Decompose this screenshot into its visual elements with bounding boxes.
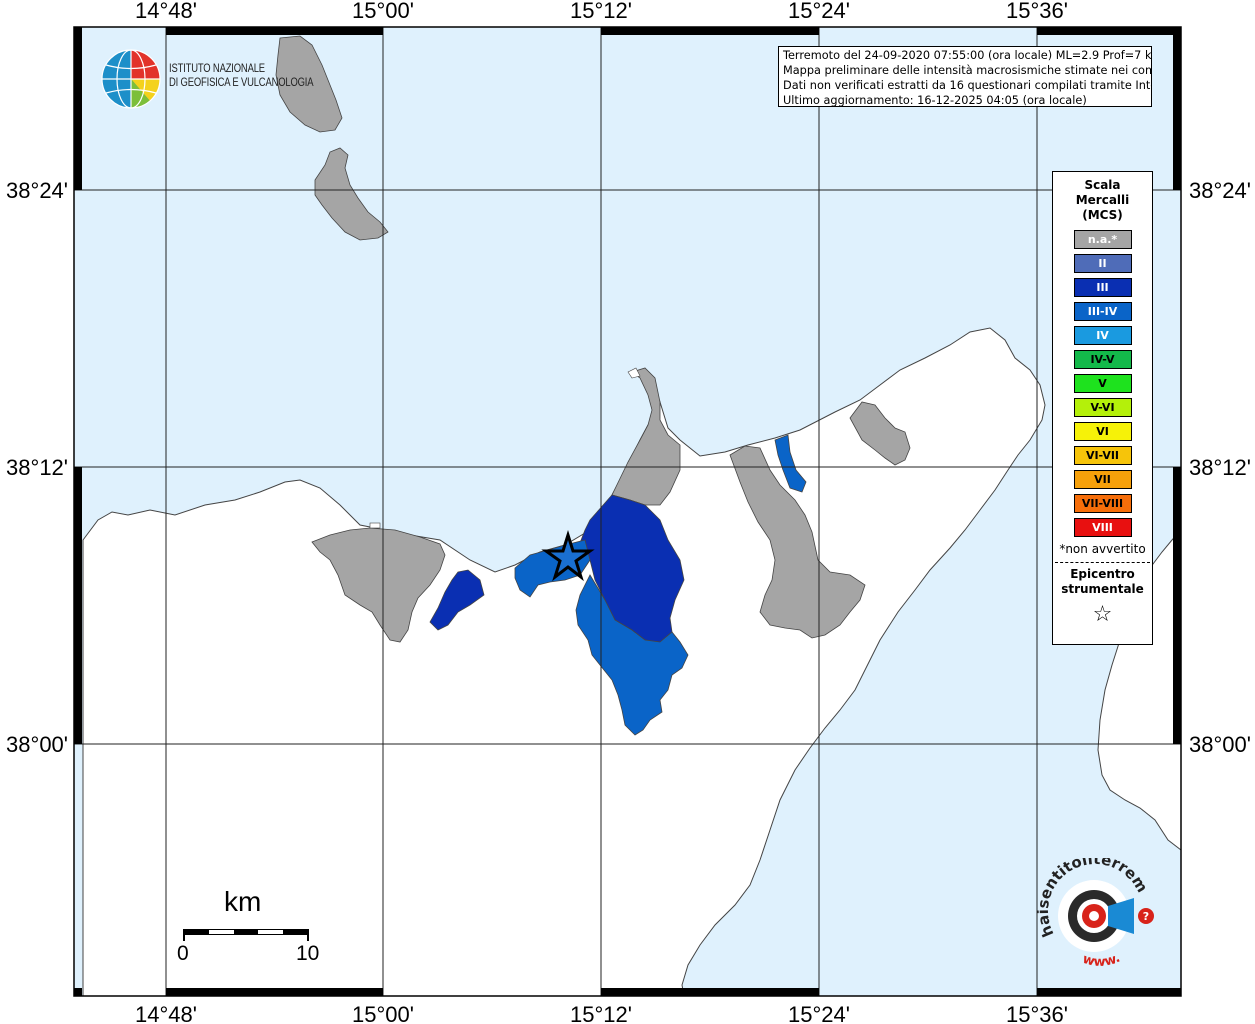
lat-label-right-1: 38°24' [1189, 178, 1251, 203]
legend-title: Scala Mercalli (MCS) [1053, 178, 1152, 223]
legend-item-2: III [1073, 278, 1132, 297]
legend-separator [1055, 562, 1150, 563]
haisentito-badge-icon: ? haisentitoilterremoto.it www. [1031, 844, 1154, 970]
info-line-2: Mappa preliminare delle intensità macros… [783, 64, 1152, 77]
legend-title-line1: Scala [1084, 178, 1121, 192]
lon-label-bottom-4: 15°24' [788, 1002, 850, 1024]
legend-item-8: VI [1073, 422, 1132, 441]
lon-label-bottom-5: 15°36' [1006, 1002, 1068, 1024]
left-latitude-labels: 38°24' 38°12' 38°00' [6, 178, 68, 757]
top-longitude-labels: 14°48' 15°00' 15°12' 15°24' 15°36' [135, 0, 1068, 23]
legend-item-6: V [1073, 374, 1132, 393]
legend-epicenter-label: Epicentro strumentale [1053, 567, 1152, 597]
lon-label-top-3: 15°12' [570, 0, 632, 23]
institute-name-line1: ISTITUTO NAZIONALE [169, 63, 265, 75]
legend-item-9: VI-VII [1073, 446, 1132, 465]
lon-label-top-1: 14°48' [135, 0, 197, 23]
scale-bar: km 0 10 [174, 886, 324, 966]
legend-item-7: V-VI [1073, 398, 1132, 417]
legend-items: n.a.* II III III-IV IV IV-V V V-VI VI VI-VII VII VI… [1053, 230, 1152, 537]
legend-item-5: IV-V [1073, 350, 1132, 369]
globe-icon [101, 49, 161, 109]
mercalli-legend: Scala Mercalli (MCS) n.a.* II III III-IV IV I… [1052, 171, 1153, 645]
lat-label-right-3: 38°00' [1189, 732, 1251, 757]
right-latitude-labels: 38°24' 38°12' 38°00' [1189, 178, 1251, 757]
islet [369, 522, 381, 529]
lat-label-left-2: 38°12' [6, 455, 68, 480]
lon-label-top-5: 15°36' [1006, 0, 1068, 23]
legend-item-11: VII-VIII [1073, 494, 1132, 513]
lat-label-right-2: 38°12' [1189, 455, 1251, 480]
info-line-1: Terremoto del 24-09-2020 07:55:00 (ora l… [783, 49, 1152, 62]
legend-item-3: III-IV [1073, 302, 1132, 321]
legend-item-4: IV [1073, 326, 1132, 345]
lat-label-left-3: 38°00' [6, 732, 68, 757]
lon-label-top-2: 15°00' [352, 0, 414, 23]
legend-star-icon: ☆ [1092, 602, 1113, 627]
lon-label-bottom-3: 15°12' [570, 1002, 632, 1024]
lon-label-bottom-1: 14°48' [135, 1002, 197, 1024]
haisentito-logo: ? haisentitoilterremoto.it www. [1031, 844, 1160, 978]
legend-epicenter-line2: strumentale [1061, 582, 1144, 596]
bottom-longitude-labels: 14°48' 15°00' 15°12' 15°24' 15°36' [135, 1002, 1068, 1024]
legend-note: *non avvertito [1059, 542, 1146, 556]
info-line-4: Ultimo aggiornamento: 16-12-2025 04:05 (… [783, 94, 1087, 107]
scale-tick-end [307, 929, 309, 941]
scale-title: km [224, 886, 262, 917]
scale-start-label: 0 [177, 942, 189, 965]
scale-end-label: 10 [296, 942, 320, 965]
legend-title-line3: (MCS) [1082, 208, 1123, 222]
legend-item-0: n.a.* [1073, 230, 1132, 249]
legend-item-10: VII [1073, 470, 1132, 489]
ingv-logo: ISTITUTO NAZIONALE DI GEOFISICA E VULCAN… [100, 48, 320, 110]
info-line-3: Dati non verificati estratti da 16 quest… [783, 79, 1152, 92]
lon-label-top-4: 15°24' [788, 0, 850, 23]
institute-name-line2: DI GEOFISICA E VULCANOLOGIA [169, 77, 314, 89]
badge-question-mark: ? [1143, 910, 1149, 923]
legend-item-1: II [1073, 254, 1132, 273]
badge-www-text: www. [1081, 951, 1123, 970]
earthquake-info-box: Terremoto del 24-09-2020 07:55:00 (ora l… [778, 46, 1152, 107]
institute-name: ISTITUTO NAZIONALE DI GEOFISICA E VULCAN… [169, 62, 314, 90]
legend-item-12: VIII [1073, 518, 1132, 537]
scale-bar-graphic [184, 929, 308, 935]
lat-label-left-1: 38°24' [6, 178, 68, 203]
legend-title-line2: Mercalli [1075, 193, 1130, 207]
lon-label-bottom-2: 15°00' [352, 1002, 414, 1024]
legend-epicenter-line1: Epicentro [1070, 567, 1135, 581]
scale-tick-start [183, 929, 185, 941]
